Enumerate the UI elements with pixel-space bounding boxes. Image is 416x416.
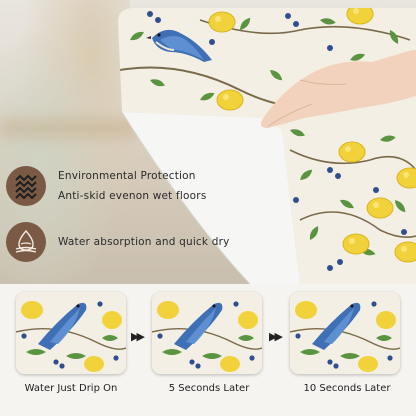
arrow-icon: ▶▶ <box>269 330 283 343</box>
arrow-icon: ▶▶ <box>131 330 145 343</box>
comparison-panel-2 <box>152 292 262 374</box>
caption-step-1: Water Just Drip On <box>24 383 118 394</box>
feature-water-text: Water absorption and quick dry <box>58 232 230 252</box>
comparison-panel-3 <box>290 292 400 374</box>
caption-step-3: 10 Seconds Later <box>303 383 391 394</box>
antiskid-grip-icon <box>6 166 46 206</box>
feature-antiskid-text: Environmental Protection Anti-skid eveno… <box>58 166 207 206</box>
feature-antiskid: Environmental Protection Anti-skid eveno… <box>6 166 207 206</box>
comparison-panel-1 <box>16 292 126 374</box>
feature-line: Anti-skid evenon wet floors <box>58 190 207 202</box>
product-hero: Environmental Protection Anti-skid eveno… <box>0 0 416 284</box>
feature-line: Water absorption and quick dry <box>58 236 230 248</box>
caption-step-2: 5 Seconds Later <box>168 383 250 394</box>
feature-line: Environmental Protection <box>58 170 196 182</box>
water-drop-icon <box>6 222 46 262</box>
feature-water-absorption: Water absorption and quick dry <box>6 222 230 262</box>
